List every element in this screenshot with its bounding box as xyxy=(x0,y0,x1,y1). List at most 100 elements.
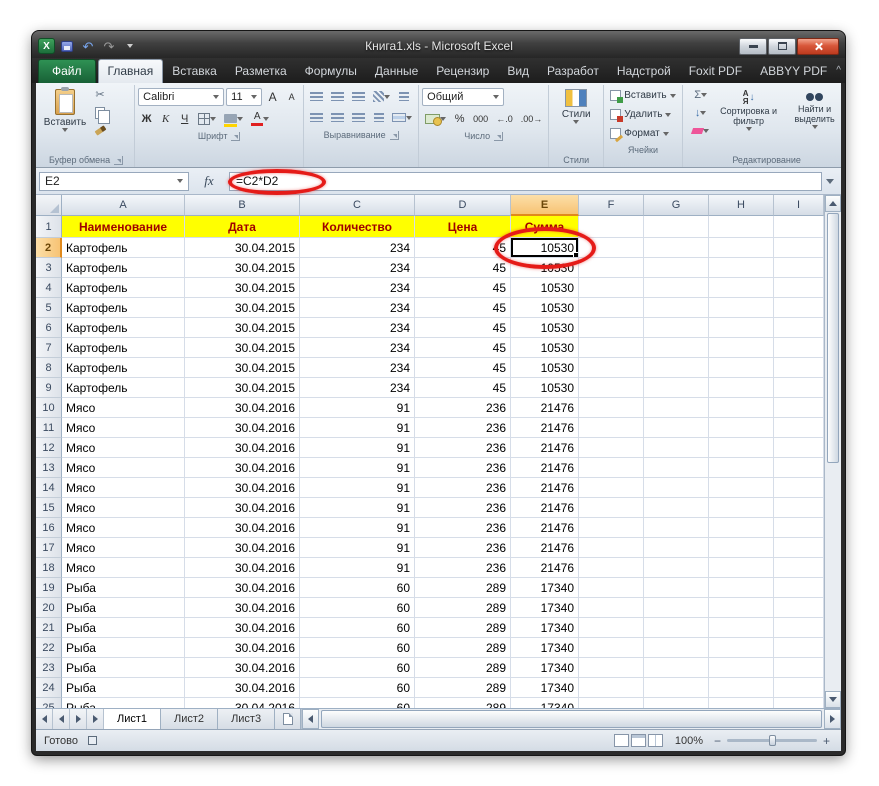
cell-E4[interactable]: 10530 xyxy=(511,278,579,298)
cell-G6[interactable] xyxy=(644,318,709,338)
row-header-20[interactable]: 20 xyxy=(36,598,62,618)
cell-D2[interactable]: 45 xyxy=(415,238,511,258)
formula-input[interactable]: =C2*D2 xyxy=(229,172,822,191)
cell-E23[interactable]: 17340 xyxy=(511,658,579,678)
cell-H2[interactable] xyxy=(709,238,774,258)
cell-H15[interactable] xyxy=(709,498,774,518)
cell-H13[interactable] xyxy=(709,458,774,478)
row-header-8[interactable]: 8 xyxy=(36,358,62,378)
cell-A25[interactable]: Рыба xyxy=(62,698,185,708)
cell-D16[interactable]: 236 xyxy=(415,518,511,538)
cell-C19[interactable]: 60 xyxy=(300,578,415,598)
cell-C10[interactable]: 91 xyxy=(300,398,415,418)
cell-B17[interactable]: 30.04.2016 xyxy=(185,538,300,558)
cell-F8[interactable] xyxy=(579,358,644,378)
cell-H5[interactable] xyxy=(709,298,774,318)
font-color-button[interactable]: А xyxy=(248,110,272,127)
cell-E24[interactable]: 17340 xyxy=(511,678,579,698)
cell-A8[interactable]: Картофель xyxy=(62,358,185,378)
cell-B12[interactable]: 30.04.2016 xyxy=(185,438,300,458)
row-header-1[interactable]: 1 xyxy=(36,216,62,238)
percent-button[interactable]: % xyxy=(451,110,468,127)
align-middle-button[interactable] xyxy=(328,88,347,105)
cell-H20[interactable] xyxy=(709,598,774,618)
ribbon-tab-Разметка[interactable]: Разметка xyxy=(226,60,296,83)
cell-E15[interactable]: 21476 xyxy=(511,498,579,518)
zoom-slider[interactable] xyxy=(727,739,817,742)
cell-E11[interactable]: 21476 xyxy=(511,418,579,438)
row-header-19[interactable]: 19 xyxy=(36,578,62,598)
bold-button[interactable]: Ж xyxy=(138,110,155,127)
cell-I11[interactable] xyxy=(774,418,824,438)
ribbon-tab-Надстрой[interactable]: Надстрой xyxy=(608,60,680,83)
row-header-14[interactable]: 14 xyxy=(36,478,62,498)
first-sheet-button[interactable] xyxy=(36,709,53,729)
cell-F6[interactable] xyxy=(579,318,644,338)
cell-F2[interactable] xyxy=(579,238,644,258)
cell-F24[interactable] xyxy=(579,678,644,698)
cell-C25[interactable]: 60 xyxy=(300,698,415,708)
cell-A22[interactable]: Рыба xyxy=(62,638,185,658)
cell-E13[interactable]: 21476 xyxy=(511,458,579,478)
cell-D19[interactable]: 289 xyxy=(415,578,511,598)
cell-I19[interactable] xyxy=(774,578,824,598)
cell-C13[interactable]: 91 xyxy=(300,458,415,478)
cell-E9[interactable]: 10530 xyxy=(511,378,579,398)
cell-C3[interactable]: 234 xyxy=(300,258,415,278)
underline-button[interactable]: Ч xyxy=(176,110,193,127)
ribbon-tab-Данные[interactable]: Данные xyxy=(366,60,427,83)
cell-B6[interactable]: 30.04.2015 xyxy=(185,318,300,338)
cell-E21[interactable]: 17340 xyxy=(511,618,579,638)
cell-G10[interactable] xyxy=(644,398,709,418)
cell-C20[interactable]: 60 xyxy=(300,598,415,618)
cell-D4[interactable]: 45 xyxy=(415,278,511,298)
cell-G1[interactable] xyxy=(644,216,709,238)
cell-B2[interactable]: 30.04.2015 xyxy=(185,238,300,258)
cell-F16[interactable] xyxy=(579,518,644,538)
cell-E5[interactable]: 10530 xyxy=(511,298,579,318)
cell-E19[interactable]: 17340 xyxy=(511,578,579,598)
row-header-15[interactable]: 15 xyxy=(36,498,62,518)
cell-I7[interactable] xyxy=(774,338,824,358)
cell-C17[interactable]: 91 xyxy=(300,538,415,558)
row-header-6[interactable]: 6 xyxy=(36,318,62,338)
cell-F15[interactable] xyxy=(579,498,644,518)
italic-button[interactable]: К xyxy=(157,110,174,127)
dialog-launcher-icon[interactable] xyxy=(494,132,503,141)
prev-sheet-button[interactable] xyxy=(53,709,70,729)
cell-F5[interactable] xyxy=(579,298,644,318)
minimize-ribbon-button[interactable]: ^ xyxy=(836,65,841,76)
fill-color-button[interactable] xyxy=(221,110,246,127)
column-header-G[interactable]: G xyxy=(644,195,709,216)
cell-D8[interactable]: 45 xyxy=(415,358,511,378)
cell-H25[interactable] xyxy=(709,698,774,708)
normal-view-button[interactable] xyxy=(614,734,629,747)
cell-H24[interactable] xyxy=(709,678,774,698)
cell-H22[interactable] xyxy=(709,638,774,658)
cell-E14[interactable]: 21476 xyxy=(511,478,579,498)
vertical-scroll-thumb[interactable] xyxy=(827,213,839,463)
cell-E10[interactable]: 21476 xyxy=(511,398,579,418)
cell-H11[interactable] xyxy=(709,418,774,438)
row-header-5[interactable]: 5 xyxy=(36,298,62,318)
cell-H6[interactable] xyxy=(709,318,774,338)
column-header-E[interactable]: E xyxy=(511,195,579,216)
cell-I10[interactable] xyxy=(774,398,824,418)
cell-I25[interactable] xyxy=(774,698,824,708)
cell-G22[interactable] xyxy=(644,638,709,658)
redo-button[interactable]: ↷ xyxy=(100,38,118,54)
cell-H12[interactable] xyxy=(709,438,774,458)
cell-G7[interactable] xyxy=(644,338,709,358)
cell-D13[interactable]: 236 xyxy=(415,458,511,478)
cell-F17[interactable] xyxy=(579,538,644,558)
cell-F19[interactable] xyxy=(579,578,644,598)
cell-H10[interactable] xyxy=(709,398,774,418)
cell-D25[interactable]: 289 xyxy=(415,698,511,708)
cell-I16[interactable] xyxy=(774,518,824,538)
cell-A4[interactable]: Картофель xyxy=(62,278,185,298)
cell-B8[interactable]: 30.04.2015 xyxy=(185,358,300,378)
cell-G21[interactable] xyxy=(644,618,709,638)
decrease-decimal-button[interactable]: .00→ xyxy=(518,110,546,127)
cell-D3[interactable]: 45 xyxy=(415,258,511,278)
zoom-slider-thumb[interactable] xyxy=(769,735,776,746)
